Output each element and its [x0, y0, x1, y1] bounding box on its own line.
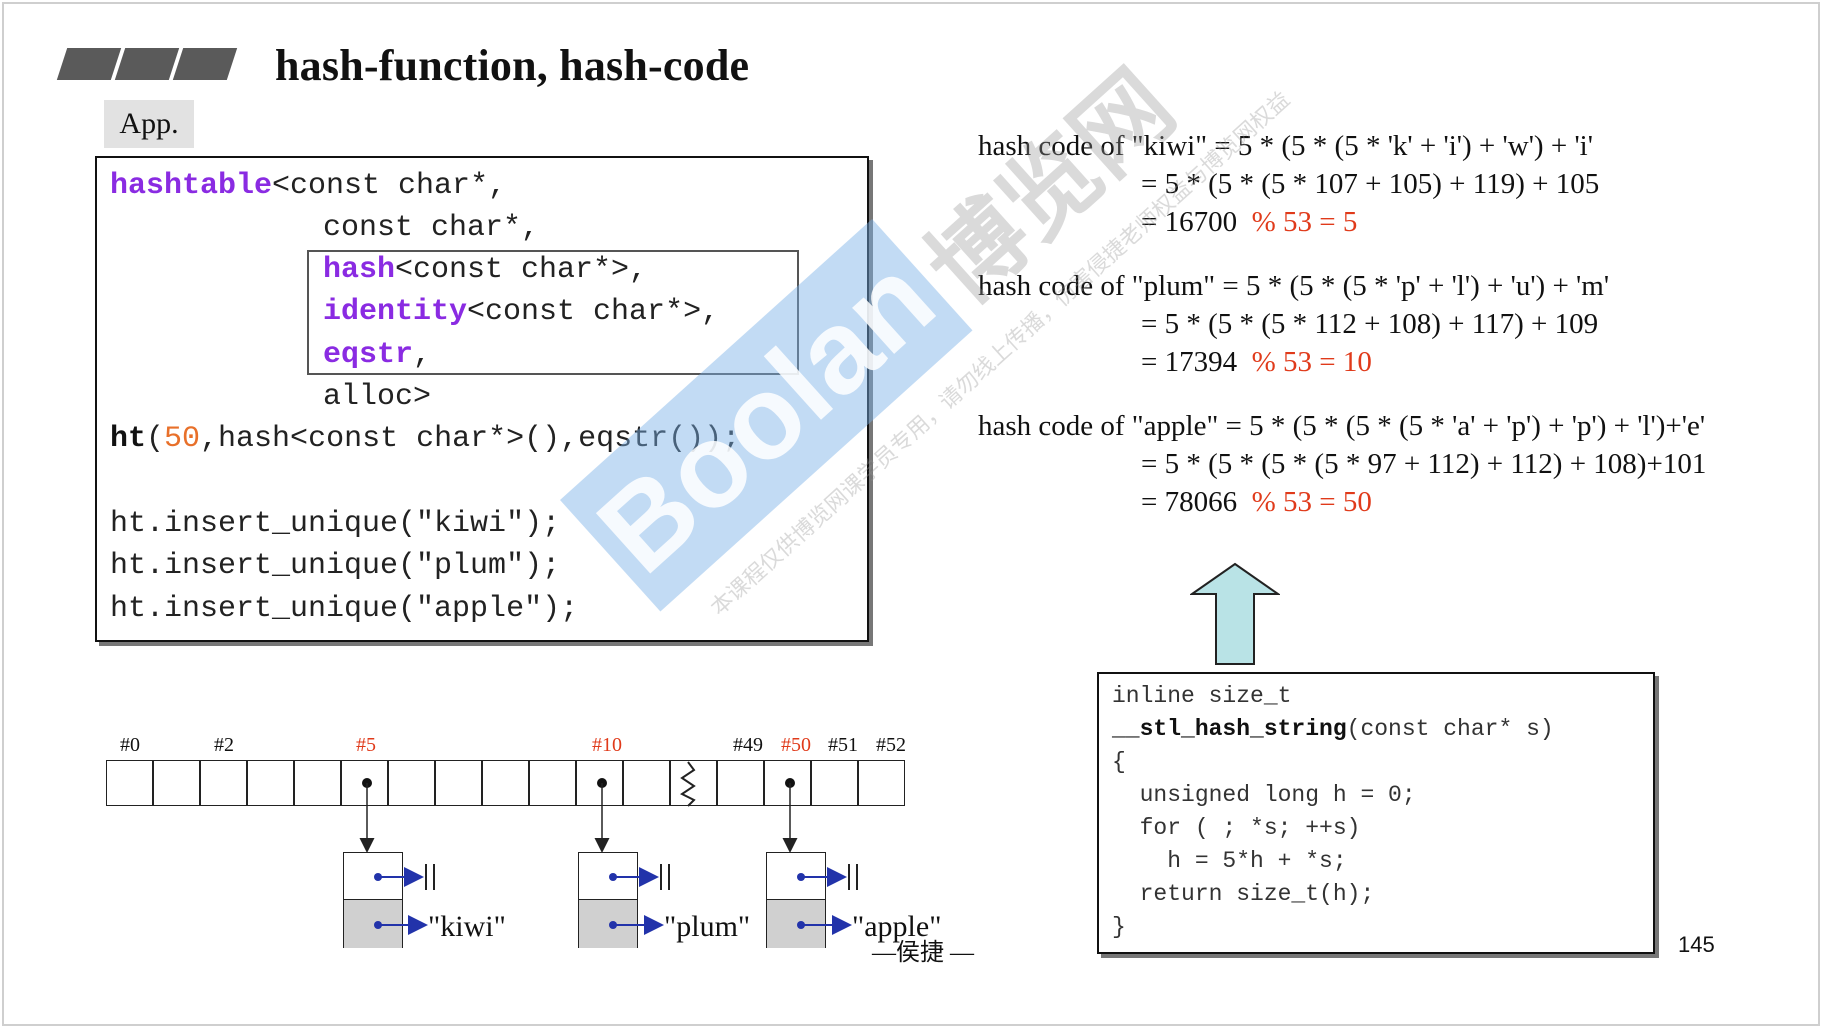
- node-pointers-apple: [797, 864, 858, 935]
- stl-line-7: return size_t(h);: [1112, 881, 1375, 907]
- stl-line-6: h = 5*h + *s;: [1112, 848, 1347, 874]
- stl-line-8: }: [1112, 914, 1126, 940]
- node-pointers-plum: [609, 864, 670, 935]
- stl-line-1: inline size_t: [1112, 683, 1292, 709]
- stl-line-5: for ( ; *s; ++s): [1112, 815, 1361, 841]
- node-pointers-kiwi: [374, 864, 435, 935]
- page-number: 145: [1678, 932, 1715, 957]
- bucket-pointer-50: [782, 778, 798, 853]
- author-footer: —侯捷 —: [872, 940, 974, 966]
- break-zigzag: [680, 761, 696, 807]
- stl-line-3: {: [1112, 749, 1126, 775]
- bucket-pointer-10: [594, 778, 610, 853]
- bucket-pointer-5: [359, 778, 375, 853]
- stl-line-4: unsigned long h = 0;: [1112, 782, 1416, 808]
- stl-line-2: __stl_hash_string(const char* s): [1112, 716, 1554, 742]
